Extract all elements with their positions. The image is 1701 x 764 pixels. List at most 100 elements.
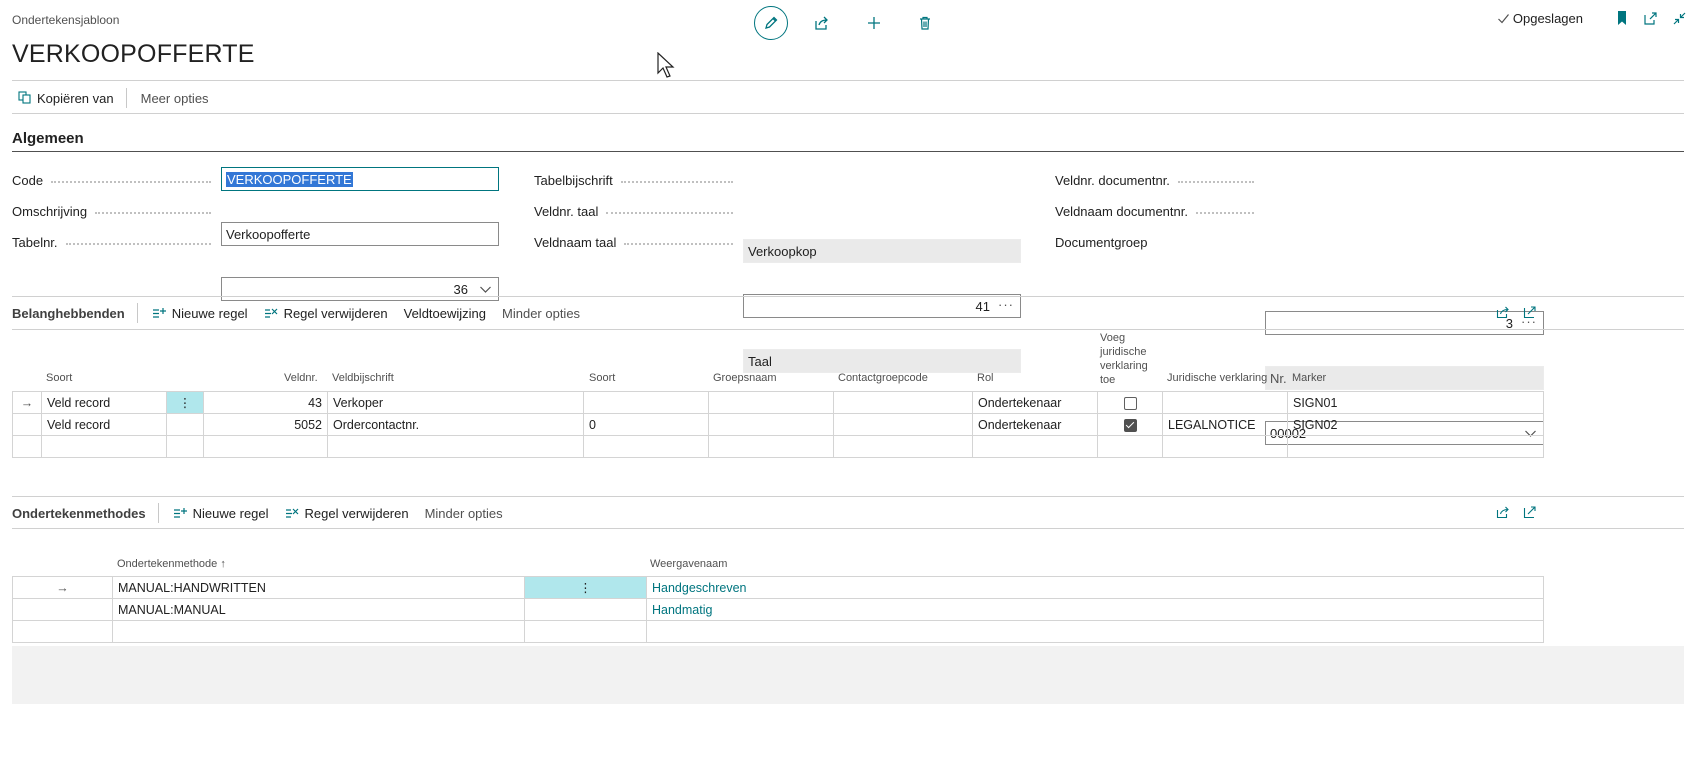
table-row[interactable]: → MANUAL:HANDWRITTEN ⋮ Handgeschreven xyxy=(12,576,1544,599)
table-caption-label-text: Tabelbijschrift xyxy=(534,172,613,188)
share-icon[interactable] xyxy=(1496,505,1510,519)
cell-groepsnaam[interactable] xyxy=(708,391,834,414)
expand-icon[interactable] xyxy=(1523,505,1537,519)
col-header-veldnr[interactable]: Veldnr. xyxy=(284,371,318,385)
new-line-button[interactable]: Nieuwe regel xyxy=(142,306,256,321)
empty-cell[interactable] xyxy=(112,620,525,643)
empty-cell[interactable] xyxy=(646,620,1544,643)
copy-from-label: Kopiëren van xyxy=(37,90,114,106)
row-actions-ellipsis-icon[interactable]: ⋮ xyxy=(166,391,204,414)
table-row[interactable]: MANUAL:MANUAL Handmatig xyxy=(12,598,1544,621)
checkbox-unchecked[interactable] xyxy=(1123,396,1137,410)
row-indicator xyxy=(12,413,42,436)
checkbox-checked[interactable] xyxy=(1123,418,1137,432)
bookmark-icon[interactable] xyxy=(1615,10,1629,26)
field-name-docno-label-text: Veldnaam documentnr. xyxy=(1055,203,1188,219)
empty-cell[interactable] xyxy=(1097,435,1163,458)
table-caption-value: Verkoopkop xyxy=(748,243,817,259)
table-row-empty[interactable] xyxy=(12,435,1544,458)
col-header-groepsnaam[interactable]: Groepsnaam xyxy=(713,371,777,385)
empty-cell[interactable] xyxy=(327,435,584,458)
cell-contactgroepcode[interactable] xyxy=(833,413,973,436)
ellipsis-icon[interactable]: ··· xyxy=(998,297,1014,312)
table-row[interactable]: Veld record 5052 Ordercontactnr. 0 Onder… xyxy=(12,413,1544,436)
fewer-options-button[interactable]: Minder opties xyxy=(417,506,511,521)
empty-cell[interactable] xyxy=(41,435,167,458)
row-actions[interactable] xyxy=(166,413,204,436)
cell-soort[interactable]: Veld record xyxy=(41,413,167,436)
cell-display-name[interactable]: Handmatig xyxy=(646,598,1544,621)
col-header-method[interactable]: Ondertekenmethode ↑ xyxy=(117,557,226,571)
open-new-window-icon[interactable] xyxy=(1643,11,1658,26)
col-header-rol[interactable]: Rol xyxy=(977,371,994,385)
cell-display-name[interactable]: Handgeschreven xyxy=(646,576,1544,599)
field-no-language-input[interactable]: 41 ··· xyxy=(743,294,1021,318)
empty-cell[interactable] xyxy=(1162,435,1288,458)
collapse-icon[interactable] xyxy=(1672,11,1687,26)
fewer-options-button[interactable]: Minder opties xyxy=(494,306,588,321)
share-button[interactable] xyxy=(806,7,838,39)
empty-cell[interactable] xyxy=(1287,435,1544,458)
table-no-select[interactable]: 36 xyxy=(221,277,499,301)
cell-add-legal[interactable] xyxy=(1097,413,1163,436)
delete-line-button[interactable]: Regel verwijderen xyxy=(256,306,396,321)
cell-veldnr[interactable]: 5052 xyxy=(203,413,328,436)
new-line-button[interactable]: Nieuwe regel xyxy=(163,506,277,521)
edit-button[interactable] xyxy=(754,6,788,40)
cell-veldbijschrift[interactable]: Ordercontactnr. xyxy=(327,413,584,436)
cell-veldnr[interactable]: 43 xyxy=(203,391,328,414)
empty-cell[interactable] xyxy=(583,435,709,458)
col-header-veldbijschrift[interactable]: Veldbijschrift xyxy=(332,371,394,385)
delete-line-button[interactable]: Regel verwijderen xyxy=(277,506,417,521)
cell-rol[interactable]: Ondertekenaar xyxy=(972,391,1098,414)
cell-marker[interactable]: SIGN02 xyxy=(1287,413,1544,436)
check-icon xyxy=(1497,13,1509,23)
table-row[interactable]: → Veld record ⋮ 43 Verkoper Ondertekenaa… xyxy=(12,391,1544,414)
empty-cell[interactable] xyxy=(708,435,834,458)
divider xyxy=(12,80,1684,81)
cell-soort[interactable]: Veld record xyxy=(41,391,167,414)
field-no-docno-label: Veldnr. documentnr. xyxy=(1055,168,1260,192)
new-line-icon xyxy=(152,307,166,318)
table-row-empty[interactable] xyxy=(12,620,1544,643)
col-header-legal-notice[interactable]: Juridische verklaring xyxy=(1167,371,1267,385)
empty-cell[interactable] xyxy=(166,435,204,458)
cell-soort-2[interactable]: 0 xyxy=(583,413,709,436)
delete-button[interactable] xyxy=(909,7,941,39)
col-header-display-name[interactable]: Weergavenaam xyxy=(650,557,727,571)
dots xyxy=(51,181,211,183)
share-icon[interactable] xyxy=(1496,305,1510,319)
cell-add-legal[interactable] xyxy=(1097,391,1163,414)
cell-legal-notice[interactable] xyxy=(1162,391,1288,414)
row-actions-ellipsis-icon[interactable]: ⋮ xyxy=(524,576,647,599)
cell-method[interactable]: MANUAL:HANDWRITTEN xyxy=(112,576,525,599)
field-assignment-button[interactable]: Veldtoewijzing xyxy=(396,306,494,321)
col-header-soort-2[interactable]: Soort xyxy=(589,371,615,385)
col-header-marker[interactable]: Marker xyxy=(1292,371,1326,385)
cell-marker[interactable]: SIGN01 xyxy=(1287,391,1544,414)
cell-method[interactable]: MANUAL:MANUAL xyxy=(112,598,525,621)
code-label: Code xyxy=(12,168,217,192)
section-title-general: Algemeen xyxy=(12,130,84,147)
field-no-docno-label-text: Veldnr. documentnr. xyxy=(1055,172,1170,188)
empty-cell[interactable] xyxy=(203,435,328,458)
empty-cell[interactable] xyxy=(524,620,647,643)
cell-rol[interactable]: Ondertekenaar xyxy=(972,413,1098,436)
cell-contactgroepcode[interactable] xyxy=(833,391,973,414)
row-actions[interactable] xyxy=(524,598,647,621)
cell-legal-notice[interactable]: LEGALNOTICE xyxy=(1162,413,1288,436)
cell-groepsnaam[interactable] xyxy=(708,413,834,436)
code-input[interactable]: VERKOOPOFFERTE xyxy=(221,167,499,191)
description-input[interactable]: Verkoopofferte xyxy=(221,222,499,246)
expand-icon[interactable] xyxy=(1523,305,1537,319)
empty-cell[interactable] xyxy=(972,435,1098,458)
col-header-soort[interactable]: Soort xyxy=(46,371,72,385)
col-header-contactgroepcode[interactable]: Contactgroepcode xyxy=(838,371,928,385)
empty-cell[interactable] xyxy=(833,435,973,458)
cell-soort-2[interactable] xyxy=(583,391,709,414)
cell-veldbijschrift[interactable]: Verkoper xyxy=(327,391,584,414)
col-header-add-legal[interactable]: Voeg juridische verklaring toe xyxy=(1100,331,1148,387)
more-options-button[interactable]: Meer opties xyxy=(131,91,217,106)
copy-from-button[interactable]: Kopiëren van xyxy=(10,91,122,106)
new-button[interactable] xyxy=(858,7,890,39)
